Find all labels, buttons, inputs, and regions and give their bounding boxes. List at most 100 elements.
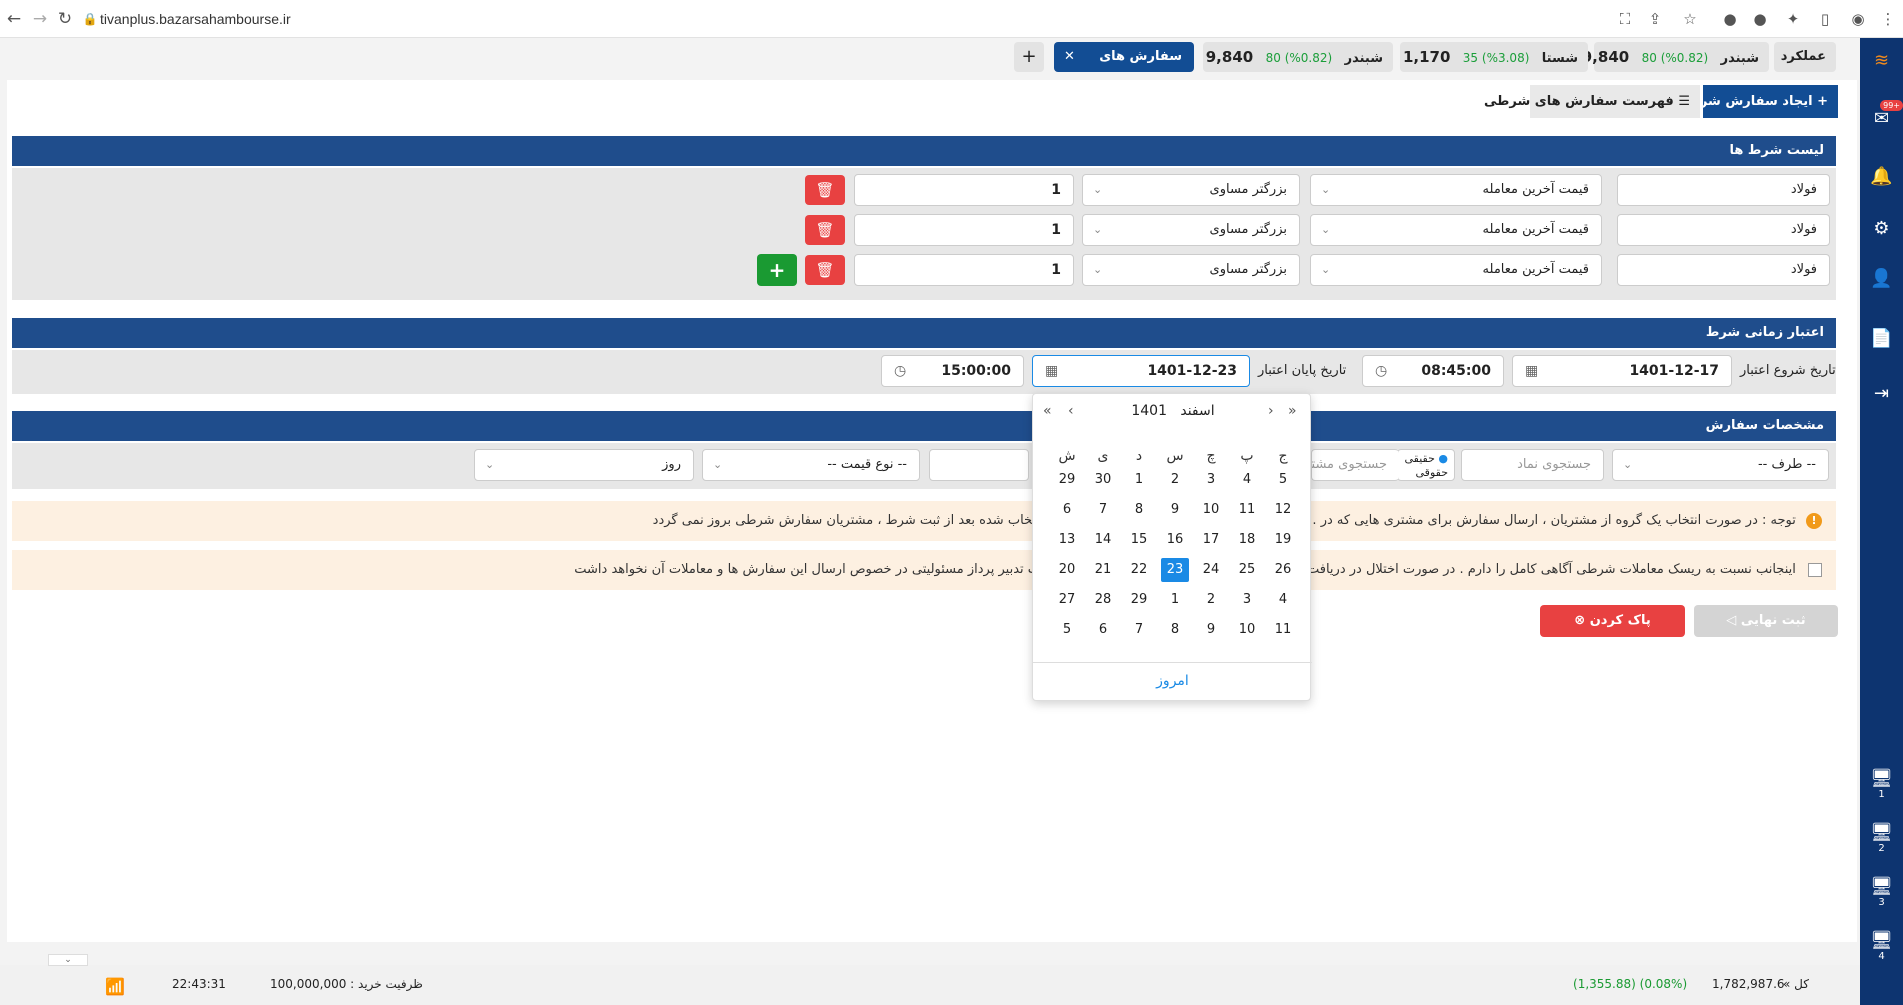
back-icon[interactable]: ← xyxy=(4,9,24,29)
calendar-day[interactable]: 5 xyxy=(1269,468,1297,492)
gear-icon[interactable]: ⚙ xyxy=(1860,218,1903,239)
calendar-year[interactable]: 1401 xyxy=(1131,403,1167,419)
calendar-title[interactable]: اسفند 1401 xyxy=(1113,403,1233,419)
submit-button[interactable]: ثبت نهایی ◁ xyxy=(1694,605,1838,637)
calendar-day[interactable]: 17 xyxy=(1197,528,1225,552)
calendar-day[interactable]: 24 xyxy=(1197,558,1225,582)
performance-button[interactable]: عملکرد xyxy=(1774,42,1836,72)
condition-param-select[interactable]: قیمت آخرین معامله ⌄ xyxy=(1310,174,1602,206)
mail-icon[interactable]: ✉ 99+ xyxy=(1860,100,1903,129)
delete-condition-button[interactable]: 🗑 xyxy=(805,255,845,285)
radio-real[interactable]: ● حقیقی xyxy=(1398,452,1448,466)
calendar-day[interactable]: 26 xyxy=(1269,558,1297,582)
price-type-select[interactable]: -- نوع قیمت -- ⌄ xyxy=(702,449,920,481)
calendar-day[interactable]: 15 xyxy=(1125,528,1153,552)
menu-icon[interactable]: ⋮ xyxy=(1878,9,1898,29)
calendar-day[interactable]: 4 xyxy=(1269,588,1297,612)
calendar-day[interactable]: 5 xyxy=(1053,618,1081,642)
prev-year-icon[interactable]: « xyxy=(1043,403,1052,419)
extension-icon[interactable]: ● xyxy=(1720,9,1740,29)
start-time-input[interactable]: 08:45:00 ◷ xyxy=(1362,355,1504,387)
calendar-day[interactable]: 30 xyxy=(1089,468,1117,492)
calendar-day[interactable]: 21 xyxy=(1089,558,1117,582)
logout-icon[interactable]: ⇥ xyxy=(1860,383,1903,404)
condition-param-select[interactable]: قیمت آخرین معامله ⌄ xyxy=(1310,214,1602,246)
calendar-day[interactable]: 3 xyxy=(1197,468,1225,492)
calendar-day[interactable]: 29 xyxy=(1053,468,1081,492)
ticker-item[interactable]: شبندر (0.82%) 80 9,840 xyxy=(1582,42,1769,72)
start-date-input[interactable]: 1401-12-17 ▦ xyxy=(1512,355,1732,387)
index-label[interactable]: کل » xyxy=(1783,977,1809,991)
condition-symbol-field[interactable]: فولاد xyxy=(1617,174,1830,206)
monitor-icon[interactable]: 🖥 4 xyxy=(1860,930,1903,963)
calendar-day[interactable]: 10 xyxy=(1197,498,1225,522)
calendar-day[interactable]: 9 xyxy=(1197,618,1225,642)
calendar-day[interactable]: 6 xyxy=(1089,618,1117,642)
document-icon[interactable]: 📄 xyxy=(1860,328,1903,349)
delete-condition-button[interactable]: 🗑 xyxy=(805,215,845,245)
agreement-checkbox[interactable] xyxy=(1808,562,1822,577)
calendar-day[interactable]: 25 xyxy=(1233,558,1261,582)
profile-icon[interactable]: ◉ xyxy=(1848,9,1868,29)
calendar-day[interactable]: 29 xyxy=(1125,588,1153,612)
calendar-day[interactable]: 23 xyxy=(1161,558,1189,582)
condition-param-select[interactable]: قیمت آخرین معامله ⌄ xyxy=(1310,254,1602,286)
date-picker-popup[interactable]: « ‹ اسفند 1401 › » ج پ چ س د ی ش 5 4 3 2 1 30 29 12 11 1… xyxy=(1032,393,1312,701)
calendar-day[interactable]: 7 xyxy=(1089,498,1117,522)
calendar-day[interactable]: 22 xyxy=(1125,558,1153,582)
today-button[interactable]: امروز xyxy=(1033,662,1312,689)
calendar-day[interactable]: 20 xyxy=(1053,558,1081,582)
condition-operator-select[interactable]: بزرگتر مساوی ⌄ xyxy=(1082,214,1300,246)
user-icon[interactable]: 👤 xyxy=(1860,268,1903,289)
monitor-icon[interactable]: 🖥 1 xyxy=(1860,768,1903,801)
add-tab-button[interactable]: + xyxy=(1014,42,1044,72)
calendar-day[interactable]: 8 xyxy=(1161,618,1189,642)
calendar-day[interactable]: 11 xyxy=(1269,618,1297,642)
condition-value-input[interactable]: 1 xyxy=(854,214,1074,246)
delete-condition-button[interactable]: 🗑 xyxy=(805,175,845,205)
share-icon[interactable]: ⇪ xyxy=(1645,9,1665,29)
calendar-day[interactable]: 9 xyxy=(1161,498,1189,522)
calendar-day[interactable]: 1 xyxy=(1161,588,1189,612)
condition-operator-select[interactable]: بزرگتر مساوی ⌄ xyxy=(1082,174,1300,206)
end-time-input[interactable]: 15:00:00 ◷ xyxy=(881,355,1024,387)
end-date-input[interactable]: 1401-12-23 ▦ xyxy=(1032,355,1250,387)
order-field[interactable] xyxy=(929,449,1029,481)
calendar-day[interactable]: 12 xyxy=(1269,498,1297,522)
customer-type-radio[interactable]: ● حقیقی حقوقی xyxy=(1397,449,1455,481)
side-select[interactable]: -- طرف -- ⌄ xyxy=(1612,449,1829,481)
puzzle-icon[interactable]: ✦ xyxy=(1783,9,1803,29)
calendar-day[interactable]: 13 xyxy=(1053,528,1081,552)
calendar-day[interactable]: 7 xyxy=(1125,618,1153,642)
tab-conditional-order-list[interactable]: ☰ فهرست سفارش های شرطی xyxy=(1484,85,1700,118)
forward-icon[interactable]: → xyxy=(30,9,50,29)
reload-icon[interactable]: ↻ xyxy=(55,9,75,29)
radio-legal-label[interactable]: حقوقی xyxy=(1398,466,1448,480)
collapse-icon[interactable]: ⌄ xyxy=(48,954,88,966)
translate-icon[interactable]: ⛶ xyxy=(1615,9,1635,29)
monitor-icon[interactable]: 🖥 2 xyxy=(1860,822,1903,855)
prev-month-icon[interactable]: ‹ xyxy=(1068,403,1074,419)
calendar-day[interactable]: 27 xyxy=(1053,588,1081,612)
calendar-day[interactable]: 11 xyxy=(1233,498,1261,522)
customer-search-input[interactable]: جستجوی مشتری xyxy=(1311,449,1399,481)
bell-icon[interactable]: 🔔 xyxy=(1860,166,1903,187)
close-icon[interactable]: ✕ xyxy=(1064,42,1075,72)
condition-value-input[interactable]: 1 xyxy=(854,254,1074,286)
ticker-item[interactable]: شبندر (0.82%) 80 9,840 xyxy=(1203,42,1393,72)
tab-conditional-orders[interactable]: سفارش های شرطی ✕ xyxy=(1054,42,1194,94)
calendar-day[interactable]: 28 xyxy=(1089,588,1117,612)
symbol-search-input[interactable]: جستجوی نماد xyxy=(1461,449,1604,481)
condition-symbol-field[interactable]: فولاد xyxy=(1617,254,1830,286)
next-month-icon[interactable]: › xyxy=(1268,403,1274,419)
tab-create-conditional-order[interactable]: + ایجاد سفارش شرطی xyxy=(1675,85,1838,118)
calendar-day[interactable]: 18 xyxy=(1233,528,1261,552)
calendar-day[interactable]: 8 xyxy=(1125,498,1153,522)
validity-type-select[interactable]: روز ⌄ xyxy=(474,449,694,481)
address-bar[interactable]: tivanplus.bazarsahambourse.ir xyxy=(100,6,1710,32)
extension-icon[interactable]: ● xyxy=(1750,9,1770,29)
calendar-day[interactable]: 16 xyxy=(1161,528,1189,552)
condition-symbol-field[interactable]: فولاد xyxy=(1617,214,1830,246)
add-condition-button[interactable]: + xyxy=(757,254,797,286)
sidepanel-icon[interactable]: ▯ xyxy=(1815,9,1835,29)
